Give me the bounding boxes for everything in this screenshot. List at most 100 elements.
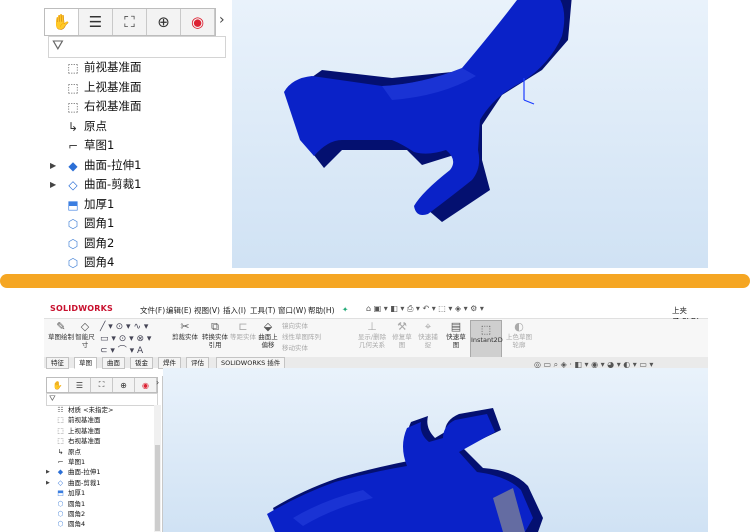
tree-item[interactable]: ⬚ 右视基准面 bbox=[46, 436, 156, 446]
instant2d-button[interactable]: ⬚ Instant2D bbox=[470, 320, 503, 358]
menu-help[interactable]: 帮助(H) bbox=[308, 305, 335, 316]
show-relations-button[interactable]: ⊥ 显示/删除几何关系 bbox=[356, 321, 388, 349]
display-manager-tab[interactable]: ◉ bbox=[181, 9, 215, 35]
tree-item[interactable]: ⬚ 前视基准面 bbox=[46, 415, 156, 425]
property-manager-tab[interactable]: ☰ bbox=[79, 9, 113, 35]
tree-item[interactable]: ▶ ◆ 曲面-拉伸1 bbox=[46, 467, 156, 477]
configuration-manager-icon: ⛶ bbox=[124, 13, 135, 31]
tab-surfaces[interactable]: 曲面 bbox=[102, 357, 125, 369]
linear-pattern-button[interactable]: 线性草图阵列 bbox=[282, 332, 352, 343]
tree-item[interactable]: ↳ 原点 bbox=[46, 447, 156, 457]
tree-item[interactable]: ⬚ 前视基准面 bbox=[50, 58, 220, 78]
property-manager-icon: ☰ bbox=[88, 13, 103, 31]
pattern-tools[interactable]: 镜向实体 线性草图阵列 移动实体 bbox=[282, 321, 352, 354]
menu-window[interactable]: 窗口(W) bbox=[278, 305, 306, 316]
scroll-thumb[interactable] bbox=[155, 445, 160, 531]
configuration-manager-tab[interactable]: ⛶ bbox=[113, 9, 147, 35]
expand-arrow-icon[interactable]: ▶ bbox=[50, 156, 56, 176]
origin-icon: ↳ bbox=[67, 119, 79, 134]
tree-item[interactable]: ⬒ 加厚1 bbox=[50, 195, 220, 215]
display-manager-tab[interactable]: ◉ bbox=[135, 378, 157, 392]
menu-edit[interactable]: 编辑(E) bbox=[166, 305, 192, 316]
expand-arrow-icon[interactable]: ▶ bbox=[46, 467, 50, 477]
surface-trim-icon: ◇ bbox=[57, 478, 64, 487]
feature-manager-tab[interactable]: ✋ bbox=[47, 378, 69, 392]
trim-entity-button[interactable]: ✂ 剪裁实体 bbox=[172, 321, 198, 342]
shaded-sketch-button[interactable]: ◐ 上色草图轮廓 bbox=[504, 321, 534, 349]
tree-item[interactable]: ⌐ 草图1 bbox=[50, 136, 220, 156]
top-screenshot: ✋ ☰ ⛶ ⊕ ◉ › ⛛ ⬚ 前视基准面 ⬚ 上视基准面 ⬚ 右视基准面 ↳ 原点 ⌐ 草图1 ▶… bbox=[0, 0, 750, 270]
tree-filter[interactable]: ⛛ bbox=[48, 36, 226, 58]
offset-surface-icon: ⬙ bbox=[263, 320, 273, 333]
tree-item[interactable]: ⬚ 上视基准面 bbox=[46, 426, 156, 436]
tree-item[interactable]: ⌐ 草图1 bbox=[46, 457, 156, 467]
graphics-viewport[interactable] bbox=[163, 368, 708, 532]
snap-icon: ⌖ bbox=[424, 320, 432, 333]
pin-icon[interactable]: ✦ bbox=[342, 305, 348, 314]
tree-item[interactable]: ▶ ◇ 曲面-剪裁1 bbox=[50, 175, 220, 195]
tree-item[interactable]: ☷ 材质 <未指定> bbox=[46, 405, 156, 415]
tree-item[interactable]: ⬡ 圆角1 bbox=[50, 214, 220, 234]
tree-item-label: 圆角4 bbox=[84, 255, 115, 269]
dimxpert-tab[interactable]: ⊕ bbox=[113, 378, 135, 392]
sketch-icon: ⌐ bbox=[67, 139, 79, 153]
dimxpert-icon: ⊕ bbox=[157, 13, 170, 31]
plane-icon: ⬚ bbox=[57, 416, 64, 425]
menu-tools[interactable]: 工具(T) bbox=[250, 305, 275, 316]
chevron-right-icon[interactable]: › bbox=[219, 12, 225, 28]
tree-item[interactable]: ⬡ 圆角1 bbox=[46, 499, 156, 509]
tree-item[interactable]: ⬡ 圆角4 bbox=[50, 253, 220, 273]
tree-item[interactable]: ↳ 原点 bbox=[50, 117, 220, 137]
repair-sketch-button[interactable]: ⚒ 修复草图 bbox=[390, 321, 414, 349]
tree-item-label: 圆角4 bbox=[68, 520, 86, 529]
tab-sheet-metal[interactable]: 钣金 bbox=[130, 357, 153, 369]
menu-insert[interactable]: 插入(I) bbox=[223, 305, 246, 316]
tab-sketch[interactable]: 草图 bbox=[74, 357, 97, 369]
tree-item[interactable]: ▶ ◇ 曲面-剪裁1 bbox=[46, 478, 156, 488]
mirror-entity-button[interactable]: 镜向实体 bbox=[282, 321, 352, 332]
tree-item-label: 右视基准面 bbox=[84, 99, 142, 113]
sketch-button[interactable]: ✎ 草图绘制 bbox=[48, 321, 74, 342]
offset-surface-button[interactable]: ⬙ 曲面上偏移 bbox=[256, 321, 280, 349]
quick-snap-button[interactable]: ⌖ 快速捕捉 bbox=[416, 321, 440, 349]
chevron-right-icon[interactable]: › bbox=[156, 378, 159, 387]
tree-item[interactable]: ⬡ 圆角2 bbox=[46, 509, 156, 519]
origin-icon: ↳ bbox=[57, 447, 64, 456]
feature-manager-tab[interactable]: ✋ bbox=[45, 9, 79, 35]
feature-manager-icon: ✋ bbox=[52, 13, 71, 31]
part-top-face bbox=[284, 0, 565, 215]
filter-icon: ⛛ bbox=[52, 38, 64, 54]
shaded-sketch-icon: ◐ bbox=[514, 320, 524, 333]
configuration-manager-tab[interactable]: ⛶ bbox=[91, 378, 113, 392]
expand-arrow-icon[interactable]: ▶ bbox=[50, 175, 56, 195]
tree-item[interactable]: ⬚ 上视基准面 bbox=[50, 78, 220, 98]
property-manager-tab[interactable]: ☰ bbox=[69, 378, 91, 392]
tree-item-label: 前视基准面 bbox=[84, 60, 142, 74]
graphics-viewport[interactable] bbox=[232, 0, 708, 268]
offset-entity-button[interactable]: ⊏ 等距实体 bbox=[230, 321, 256, 342]
sketch-entity-tools[interactable]: ╱ ▾ ⊙ ▾ ∿ ▾ ▭ ▾ ⊙ ▾ ⊗ ▾ ⊂ ▾ ⌒ ▾ A bbox=[100, 321, 170, 357]
tab-features[interactable]: 特征 bbox=[46, 357, 69, 369]
fillet-icon: ⬡ bbox=[57, 509, 64, 518]
tree-item[interactable]: ⬡ 圆角4 bbox=[46, 519, 156, 529]
expand-arrow-icon[interactable]: ▶ bbox=[46, 478, 50, 488]
tree-item-label: 曲面-剪裁1 bbox=[84, 177, 142, 191]
quick-access-toolbar[interactable]: ⌂ ▣ ▾ ◧ ▾ ⎙ ▾ ↶ ▾ ⬚ ▾ ◈ ▾ ⚙ ▾ bbox=[366, 304, 484, 314]
quick-view-button[interactable]: ▤ 快速草图 bbox=[444, 321, 468, 349]
tree-scrollbar[interactable] bbox=[154, 405, 161, 532]
clip-part-model bbox=[284, 0, 572, 222]
manager-tab-bar: ✋ ☰ ⛶ ⊕ ◉ bbox=[44, 8, 216, 36]
convert-entity-button[interactable]: ⧉ 转换实体引用 bbox=[202, 321, 228, 349]
tree-item[interactable]: ⬚ 右视基准面 bbox=[50, 97, 220, 117]
smart-dimension-button[interactable]: ◇ 智能尺寸 bbox=[74, 321, 96, 349]
menu-file[interactable]: 文件(F) bbox=[140, 305, 165, 316]
clip-part-model bbox=[267, 408, 543, 532]
feature-manager-tree: ✋ ☰ ⛶ ⊕ ◉ › ⛛ ⬚ 前视基准面 ⬚ 上视基准面 ⬚ 右视基准面 ↳ 原点 ⌐ 草图1 ▶… bbox=[44, 0, 276, 270]
tree-item[interactable]: ⬒ 加厚1 bbox=[46, 488, 156, 498]
move-entity-button[interactable]: 移动实体 bbox=[282, 343, 352, 354]
menu-view[interactable]: 视图(V) bbox=[194, 305, 220, 316]
manager-tab-bar-small: ✋ ☰ ⛶ ⊕ ◉ bbox=[46, 377, 158, 393]
dimxpert-tab[interactable]: ⊕ bbox=[147, 9, 181, 35]
tree-item[interactable]: ▶ ◆ 曲面-拉伸1 bbox=[50, 156, 220, 176]
tree-item[interactable]: ⬡ 圆角2 bbox=[50, 234, 220, 254]
